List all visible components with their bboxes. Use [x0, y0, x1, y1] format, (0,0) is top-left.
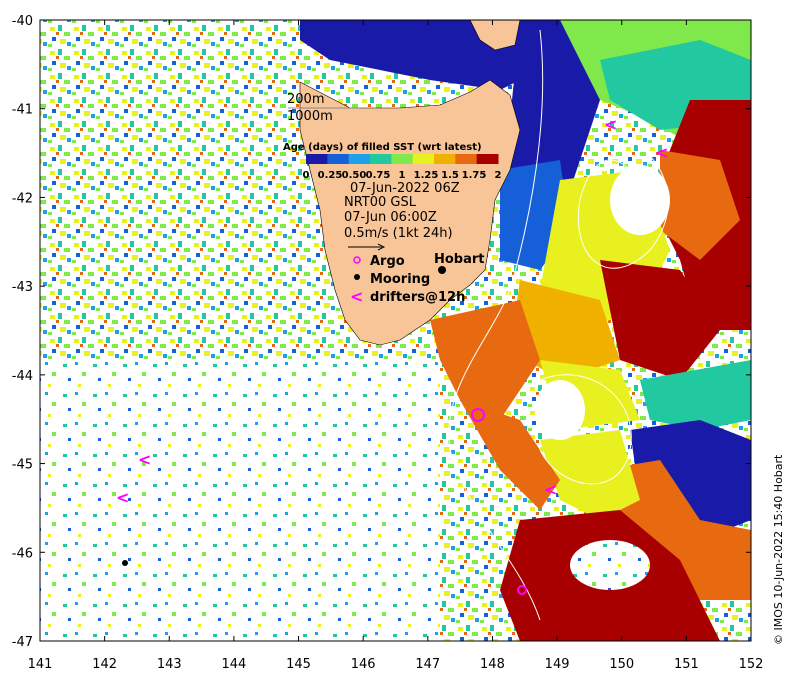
drifter-marker: < [544, 480, 557, 499]
contour-1000-label: 1000m [287, 109, 333, 124]
colorbar-tick-label: 1.75 [462, 170, 487, 181]
colorbar-segment [412, 154, 435, 164]
y-tick-label: -41 [12, 103, 33, 118]
x-tick-label: 152 [739, 657, 764, 672]
colorbar-tick-label: 0.25 [318, 170, 343, 181]
colorbar-segment [370, 154, 392, 164]
mooring-legend-symbol [354, 274, 360, 280]
credit-text: © IMOS 10-Jun-2022 15:40 Hobart [772, 454, 785, 645]
colorbar-segment [327, 154, 350, 164]
x-tick-label: 145 [286, 657, 311, 672]
x-tick-label: 143 [157, 657, 182, 672]
colorbar-segment [348, 154, 371, 164]
hobart-marker [438, 266, 446, 274]
mooring-legend-label: Mooring [370, 272, 430, 287]
colorbar-segment [306, 154, 328, 164]
velocity-scale-label: 0.5m/s (1kt 24h) [344, 226, 453, 241]
colorbar-tick-label: 1 [399, 170, 406, 181]
colorbar-segment [434, 154, 456, 164]
y-tick-label: -40 [12, 14, 33, 29]
x-tick-label: 148 [480, 657, 505, 672]
x-tick-label: 141 [28, 657, 53, 672]
y-tick-label: -46 [12, 546, 33, 561]
colorbar-tick-label: 2 [495, 170, 502, 181]
city-label-hobart: Hobart [434, 252, 485, 267]
y-tick-label: -44 [12, 369, 33, 384]
drifter-marker: < [655, 143, 668, 162]
y-tick-label: -47 [12, 635, 33, 650]
mooring-marker [122, 560, 128, 566]
map-date: 07-Jun-2022 06Z [350, 181, 460, 196]
x-tick-label: 147 [415, 657, 440, 672]
x-tick-label: 144 [221, 657, 246, 672]
colorbar-tick-label: 0.50 [342, 170, 367, 181]
colorbar-title: Age (days) of filled SST (wrt latest) [283, 142, 482, 153]
y-tick-label: -45 [12, 458, 33, 473]
drifter-marker: < [116, 488, 129, 507]
drifter-marker: < [604, 115, 617, 134]
colorbar-tick-label: 0.75 [366, 170, 391, 181]
colorbar-tick-label: 1.5 [441, 170, 459, 181]
colorbar-tick-label: 1.25 [414, 170, 439, 181]
y-tick-label: -42 [12, 191, 33, 206]
x-tick-label: 149 [545, 657, 570, 672]
sst-field [40, 20, 751, 641]
product-name: NRT00 GSL [344, 195, 417, 210]
drifter-marker: < [138, 450, 151, 469]
x-tick-label: 151 [674, 657, 699, 672]
colorbar-segment [455, 154, 478, 164]
y-tick-label: -43 [12, 280, 33, 295]
sst-map: < < < < < 200m 1000m Age (days) of fille… [12, 14, 785, 672]
contour-200-label: 200m [287, 92, 324, 107]
colorbar-segment [391, 154, 414, 164]
colorbar-tick-label: 0 [303, 170, 310, 181]
colorbar-segment [476, 154, 499, 164]
drifters-legend-label: drifters@12h [370, 290, 465, 305]
product-time: 07-Jun 06:00Z [344, 210, 437, 225]
x-tick-label: 150 [609, 657, 634, 672]
colorbar [306, 154, 499, 164]
x-tick-label: 142 [92, 657, 117, 672]
argo-legend-label: Argo [370, 254, 405, 269]
drifter-legend-symbol: < [350, 287, 363, 306]
colorbar-ticks: 0 0.25 0.50 0.75 1 1.25 1.5 1.75 2 [303, 170, 502, 181]
x-tick-label: 146 [351, 657, 376, 672]
